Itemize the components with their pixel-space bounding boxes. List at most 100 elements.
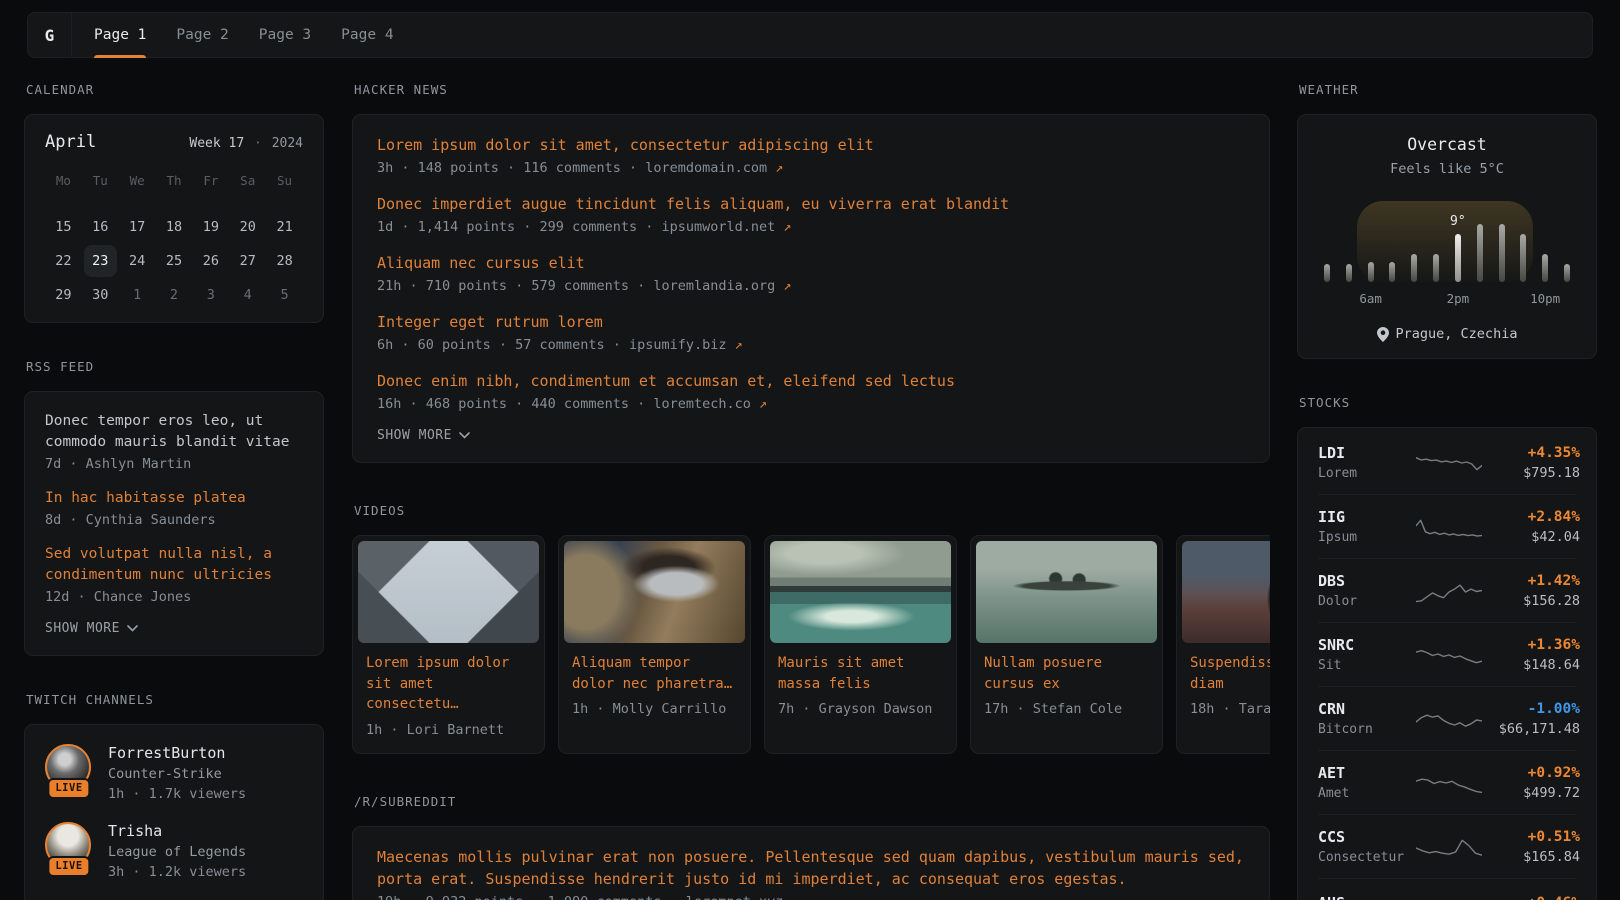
calendar-day: 4 [231, 279, 264, 311]
video-card[interactable]: Nullam posuere cursus ex 17h · Stefan Co… [970, 535, 1163, 754]
rss-show-more-button[interactable]: SHOW MORE [45, 621, 138, 636]
stock-sparkline [1416, 642, 1482, 668]
video-card[interactable]: Suspendisse porta diam 18h · Tara [1176, 535, 1270, 754]
calendar-day: 1 [121, 279, 154, 311]
video-meta: 7h · Grayson Dawson [778, 701, 943, 717]
weather-bar [1389, 262, 1395, 282]
subreddit-section-title: /R/SUBREDDIT [354, 794, 1270, 809]
stock-row[interactable]: LDI Lorem +4.35% $795.18 [1318, 431, 1576, 494]
stock-change: +4.35% [1482, 445, 1580, 461]
stock-row[interactable]: IIG Ipsum +2.84% $42.04 [1318, 494, 1576, 558]
stock-price: $148.64 [1482, 657, 1580, 673]
chevron-down-icon [127, 625, 138, 632]
weekday-label: Sa [229, 164, 266, 198]
hackernews-item-meta: 3h · 148 points · 116 comments · loremdo… [377, 160, 1245, 176]
twitch-channel-info: Trisha League of Legends 3h · 1.2k viewe… [108, 822, 246, 880]
weather-bar-column [1564, 198, 1570, 282]
external-link-icon: ↗ [735, 337, 743, 353]
twitch-channel-name[interactable]: ForrestBurton [108, 744, 246, 762]
video-title[interactable]: Mauris sit amet massa felis [778, 653, 943, 694]
subreddit-list: Maecenas mollis pulvinar erat non posuer… [377, 846, 1245, 900]
show-more-label: SHOW MORE [377, 428, 452, 443]
weather-location-text: Prague, Czechia [1396, 326, 1518, 342]
video-title[interactable]: Lorem ipsum dolor sit amet consectetu… [366, 653, 531, 715]
hackernews-item-title[interactable]: Integer eget rutrum lorem [377, 311, 1245, 333]
calendar-day: 22 [47, 245, 80, 277]
stock-row[interactable]: DBS Dolor +1.42% $156.28 [1318, 558, 1576, 622]
video-title[interactable]: Nullam posuere cursus ex [984, 653, 1149, 694]
stock-row[interactable]: AET Amet +0.92% $499.72 [1318, 750, 1576, 814]
stock-sparkline [1416, 514, 1482, 540]
avatar-wrap: LIVE [45, 744, 93, 790]
page-tab[interactable]: Page 2 [176, 13, 228, 57]
stock-change: +1.36% [1482, 637, 1580, 653]
weather-widget: Overcast Feels like 5°C [1297, 114, 1597, 359]
app-logo[interactable]: G [28, 13, 72, 57]
rss-item-title[interactable]: Donec tempor eros leo, ut commodo mauris… [45, 411, 303, 453]
videos-section-title: VIDEOS [354, 503, 1270, 518]
hackernews-item-title[interactable]: Aliquam nec cursus elit [377, 252, 1245, 274]
video-thumbnail[interactable] [564, 541, 745, 643]
rss-item-title[interactable]: In hac habitasse platea [45, 488, 303, 509]
page-tab[interactable]: Page 4 [341, 13, 393, 57]
stock-ticker: CRN [1318, 700, 1416, 718]
rss-item: Sed volutpat nulla nisl, a condimentum n… [45, 544, 303, 605]
weather-bar-column [1324, 198, 1330, 282]
stock-name: Sit [1318, 658, 1416, 673]
weather-hour-label: 10pm [1530, 291, 1560, 306]
video-card[interactable]: Aliquam tempor dolor nec pharetra… 1h · … [558, 535, 751, 754]
stock-name: Lorem [1318, 466, 1416, 481]
video-card[interactable]: Lorem ipsum dolor sit amet consectetu… 1… [352, 535, 545, 754]
hackernews-item-title[interactable]: Lorem ipsum dolor sit amet, consectetur … [377, 134, 1245, 156]
weekday-label: Su [266, 164, 303, 198]
hackernews-meta-text: 6h · 60 points · 57 comments · ipsumify.… [377, 337, 727, 353]
stock-price: $165.84 [1482, 849, 1580, 865]
stock-change: +0.92% [1482, 765, 1580, 781]
rss-item-meta: 12d · Chance Jones [45, 589, 303, 605]
rss-item-title[interactable]: Sed volutpat nulla nisl, a condimentum n… [45, 544, 303, 586]
stock-row[interactable]: CRN Bitcorn -1.00% $66,171.48 [1318, 686, 1576, 750]
stock-change: +2.84% [1482, 509, 1580, 525]
video-thumbnail[interactable] [976, 541, 1157, 643]
calendar-day: 26 [194, 245, 227, 277]
video-title[interactable]: Suspendisse porta diam [1190, 653, 1270, 694]
stock-ticker: SNRC [1318, 636, 1416, 654]
calendar-days-grid: 1516171819202122232425262728293012345 [45, 210, 303, 312]
twitch-channel-info: ForrestBurton Counter-Strike 1h · 1.7k v… [108, 744, 246, 802]
stock-values: +0.51% $165.84 [1482, 829, 1580, 865]
stock-row[interactable]: AHS +0.46% [1318, 878, 1576, 900]
video-meta: 17h · Stefan Cole [984, 701, 1149, 717]
hackernews-show-more-button[interactable]: SHOW MORE [377, 428, 470, 443]
hackernews-item-title[interactable]: Donec enim nibh, condimentum et accumsan… [377, 370, 1245, 392]
video-title[interactable]: Aliquam tempor dolor nec pharetra… [572, 653, 737, 694]
twitch-channel-row[interactable]: LIVE ForrestBurton Counter-Strike 1h · 1… [45, 744, 303, 802]
stock-row[interactable]: CCS Consectetur +0.51% $165.84 [1318, 814, 1576, 878]
weather-bar-column [1477, 198, 1483, 282]
stock-values: +0.92% $499.72 [1482, 765, 1580, 801]
twitch-section-title: TWITCH CHANNELS [26, 692, 324, 707]
page-tab[interactable]: Page 1 [94, 13, 146, 57]
calendar-section-title: CALENDAR [26, 82, 324, 97]
stock-id: CRN Bitcorn [1318, 700, 1416, 737]
stock-values: +1.42% $156.28 [1482, 573, 1580, 609]
page-tab[interactable]: Page 3 [259, 13, 311, 57]
weather-location: Prague, Czechia [1322, 326, 1572, 342]
stock-row[interactable]: SNRC Sit +1.36% $148.64 [1318, 622, 1576, 686]
stock-sparkline [1416, 892, 1482, 900]
stock-price: $795.18 [1482, 465, 1580, 481]
video-thumbnail[interactable] [770, 541, 951, 643]
twitch-channel-name[interactable]: Trisha [108, 822, 246, 840]
calendar-day: 21 [268, 211, 301, 243]
calendar-header: April Week 17 · 2024 [45, 132, 303, 152]
weather-bar-column: 6am [1368, 198, 1374, 282]
twitch-channel-row[interactable]: LIVE Trisha League of Legends 3h · 1.2k … [45, 822, 303, 880]
weather-bar-column: 10pm [1542, 198, 1548, 282]
rss-item: Donec tempor eros leo, ut commodo mauris… [45, 411, 303, 472]
video-card[interactable]: Mauris sit amet massa felis 7h · Grayson… [764, 535, 957, 754]
video-thumbnail[interactable] [358, 541, 539, 643]
hackernews-item: Lorem ipsum dolor sit amet, consectetur … [377, 134, 1245, 176]
subreddit-item-title[interactable]: Maecenas mollis pulvinar erat non posuer… [377, 846, 1245, 890]
video-thumbnail[interactable] [1182, 541, 1270, 643]
stock-price: $42.04 [1482, 529, 1580, 545]
hackernews-item-title[interactable]: Donec imperdiet augue tincidunt felis al… [377, 193, 1245, 215]
